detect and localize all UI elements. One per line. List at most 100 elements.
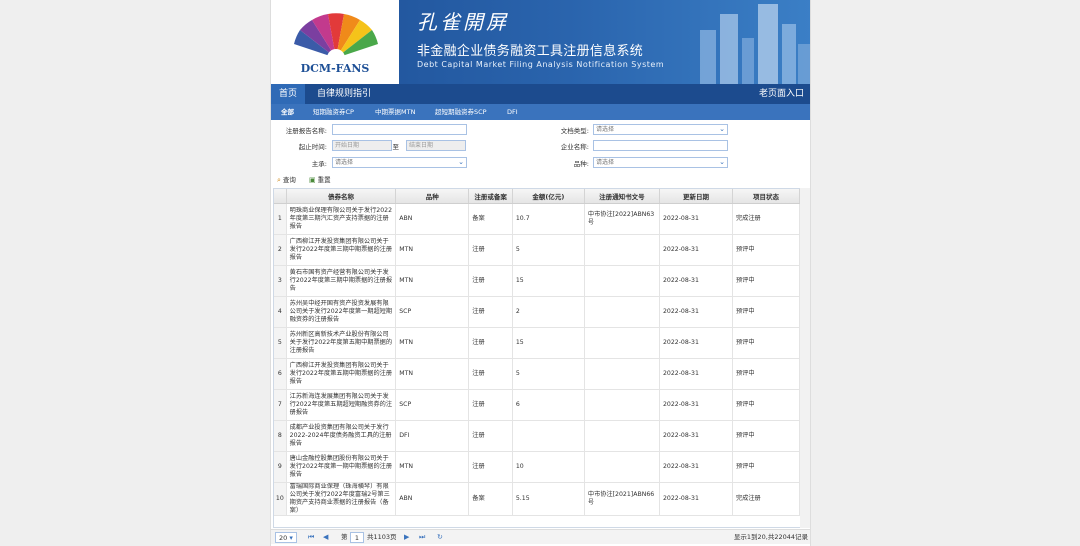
column-header[interactable]: 注册通知书文号 (584, 189, 660, 204)
old-page-entry-link[interactable]: 老页面入口 (759, 84, 804, 104)
table-row[interactable]: 10 富瑞国际商业保理（珠海横琴）有限公司关于发行2022年度富瑞2号第三期资产… (274, 482, 800, 516)
status-cell: 预评中 (732, 389, 800, 421)
bond-name-cell[interactable]: 黄石市国有资产经营有限公司关于发行2022年度第三期中期票据的注册报告 (286, 265, 397, 297)
subtab-dfi[interactable]: DFI (501, 104, 524, 120)
registration-cell: 备案 (468, 203, 513, 235)
underwriter-select[interactable]: 请选择 ⌄ (332, 157, 467, 168)
variety-cell: SCP (395, 296, 470, 328)
column-header[interactable]: 品种 (395, 189, 470, 204)
table-row[interactable]: 1 明珠商业保理有限公司关于发行2022年度第三期汽汇资产支持票据的注册报告 A… (274, 203, 800, 235)
bond-name-cell[interactable]: 唐山金融控股集团股份有限公司关于发行2022年度第一期中期票据的注册报告 (286, 451, 397, 483)
variety-cell: MTN (395, 265, 470, 297)
results-table: 债券名称 品种 注册或备案 金额(亿元) 注册通知书文号 更新日期 项目状态 1… (274, 189, 800, 516)
variety-select-value: 请选择 (596, 159, 615, 166)
column-header[interactable]: 注册或备案 (468, 189, 513, 204)
last-page-icon[interactable]: ⏭ (419, 532, 425, 543)
tab-home[interactable]: 首页 (271, 84, 306, 104)
registration-cell: 备案 (468, 482, 513, 516)
vertical-scrollbar[interactable] (800, 188, 810, 528)
doc-type-label: 文档类型: (560, 127, 589, 135)
prev-page-icon[interactable]: ◀ (323, 532, 328, 543)
row-number: 7 (274, 389, 287, 421)
variety-select[interactable]: 请选择 ⌄ (593, 157, 728, 168)
subtab-cp[interactable]: 短期融资券CP (307, 104, 360, 120)
table-header-row: 债券名称 品种 注册或备案 金额(亿元) 注册通知书文号 更新日期 项目状态 (274, 189, 800, 204)
end-date-input[interactable]: 结束日期 (406, 140, 466, 151)
column-header[interactable]: 项目状态 (732, 189, 800, 204)
record-summary: 显示1到20,共22044记录 (733, 533, 808, 541)
variety-cell: ABN (395, 482, 470, 516)
table-row[interactable]: 9 唐山金融控股集团股份有限公司关于发行2022年度第一期中期票据的注册报告 M… (274, 451, 800, 483)
update-date-cell: 2022-08-31 (659, 358, 733, 390)
notice-number-cell (584, 451, 660, 483)
chevron-down-icon: ⌄ (719, 158, 725, 166)
table-row[interactable]: 4 苏州吴中经开国有资产投资发展有限公司关于发行2022年度第一期超短期融资券的… (274, 296, 800, 328)
system-title: 非金融企业债务融资工具注册信息系统 (417, 44, 644, 59)
toolbar: ⌕ 查询 ▣ 重置 (271, 174, 810, 187)
subtab-mtn[interactable]: 中期票据MTN (369, 104, 421, 120)
update-date-cell: 2022-08-31 (659, 451, 733, 483)
registration-cell: 注册 (468, 451, 513, 483)
reset-button[interactable]: ▣ 重置 (309, 174, 331, 187)
table-row[interactable]: 8 成都产业投资集团有限公司关于发行2022-2024年度债务融资工具的注册报告… (274, 420, 800, 452)
bond-name-cell[interactable]: 富瑞国际商业保理（珠海横琴）有限公司关于发行2022年度富瑞2号第三期资产支持商… (286, 482, 397, 516)
variety-label: 品种: (573, 160, 589, 168)
company-input[interactable] (593, 140, 728, 151)
table-row[interactable]: 5 苏州新区高新技术产业股份有限公司关于发行2022年度第五期中期票据的注册报告… (274, 327, 800, 359)
amount-cell: 5 (512, 358, 585, 390)
column-header[interactable]: 债券名称 (286, 189, 397, 204)
notice-number-cell (584, 358, 660, 390)
subtab-all[interactable]: 全部 (275, 104, 300, 120)
logo[interactable]: DCM-FANS (271, 0, 399, 84)
update-date-cell: 2022-08-31 (659, 296, 733, 328)
column-header[interactable]: 更新日期 (659, 189, 733, 204)
variety-cell: MTN (395, 327, 470, 359)
reset-label: 重置 (317, 176, 331, 184)
page-size-select[interactable]: 20 ▾ (275, 532, 297, 543)
update-date-cell: 2022-08-31 (659, 389, 733, 421)
search-icon: ⌕ (277, 176, 281, 184)
system-subtitle: Debt Capital Market Filing Analysis Noti… (417, 60, 665, 69)
variety-cell: MTN (395, 358, 470, 390)
registration-cell: 注册 (468, 389, 513, 421)
amount-cell: 10.7 (512, 203, 585, 235)
bond-name-cell[interactable]: 苏州新区高新技术产业股份有限公司关于发行2022年度第五期中期票据的注册报告 (286, 327, 397, 359)
refresh-icon[interactable]: ↻ (437, 532, 443, 543)
doc-type-select-value: 请选择 (596, 126, 615, 133)
date-range-label: 起止时间: (298, 143, 327, 151)
row-number: 3 (274, 265, 287, 297)
bond-name-cell[interactable]: 苏州吴中经开国有资产投资发展有限公司关于发行2022年度第一期超短期融资券的注册… (286, 296, 397, 328)
subtab-scp[interactable]: 超短期融资券SCP (429, 104, 493, 120)
table-row[interactable]: 3 黄石市国有资产经营有限公司关于发行2022年度第三期中期票据的注册报告 MT… (274, 265, 800, 297)
amount-cell: 2 (512, 296, 585, 328)
doc-type-select[interactable]: 请选择 ⌄ (593, 124, 728, 135)
update-date-cell: 2022-08-31 (659, 234, 733, 266)
registration-cell: 注册 (468, 420, 513, 452)
bond-name-cell[interactable]: 广西柳江开发投资集团有限公司关于发行2022年度第五期中期票据的注册报告 (286, 358, 397, 390)
variety-cell: MTN (395, 451, 470, 483)
query-button[interactable]: ⌕ 查询 (277, 174, 296, 187)
amount-cell: 10 (512, 451, 585, 483)
column-header[interactable]: 金额(亿元) (512, 189, 585, 204)
tab-rules[interactable]: 自律规则指引 (309, 84, 379, 104)
table-row[interactable]: 6 广西柳江开发投资集团有限公司关于发行2022年度第五期中期票据的注册报告 M… (274, 358, 800, 390)
bond-name-cell[interactable]: 成都产业投资集团有限公司关于发行2022-2024年度债务融资工具的注册报告 (286, 420, 397, 452)
bond-name-cell[interactable]: 广西柳江开发投资集团有限公司关于发行2022年度第三期中期票据的注册报告 (286, 234, 397, 266)
registration-cell: 注册 (468, 296, 513, 328)
report-name-input[interactable] (332, 124, 467, 135)
amount-cell: 5 (512, 234, 585, 266)
bond-name-cell[interactable]: 明珠商业保理有限公司关于发行2022年度第三期汽汇资产支持票据的注册报告 (286, 203, 397, 235)
table-row[interactable]: 7 江苏新海连发展集团有限公司关于发行2022年度第五期超短期融资券的注册报告 … (274, 389, 800, 421)
row-number: 8 (274, 420, 287, 452)
update-date-cell: 2022-08-31 (659, 327, 733, 359)
bond-name-cell[interactable]: 江苏新海连发展集团有限公司关于发行2022年度第五期超短期融资券的注册报告 (286, 389, 397, 421)
notice-number-cell: 中市协注[2022]ABN63号 (584, 203, 660, 235)
next-page-icon[interactable]: ▶ (404, 532, 409, 543)
main-nav: 首页 自律规则指引 老页面入口 (271, 84, 810, 104)
first-page-icon[interactable]: ⏮ (308, 532, 314, 543)
table-row[interactable]: 2 广西柳江开发投资集团有限公司关于发行2022年度第三期中期票据的注册报告 M… (274, 234, 800, 266)
page-number-input[interactable]: 1 (350, 532, 364, 543)
notice-number-cell (584, 327, 660, 359)
notice-number-cell (584, 420, 660, 452)
page-frame: DCM-FANS 孔雀開屏 非金融企业债务融资工具注册信息系统 Debt Cap… (270, 0, 811, 546)
